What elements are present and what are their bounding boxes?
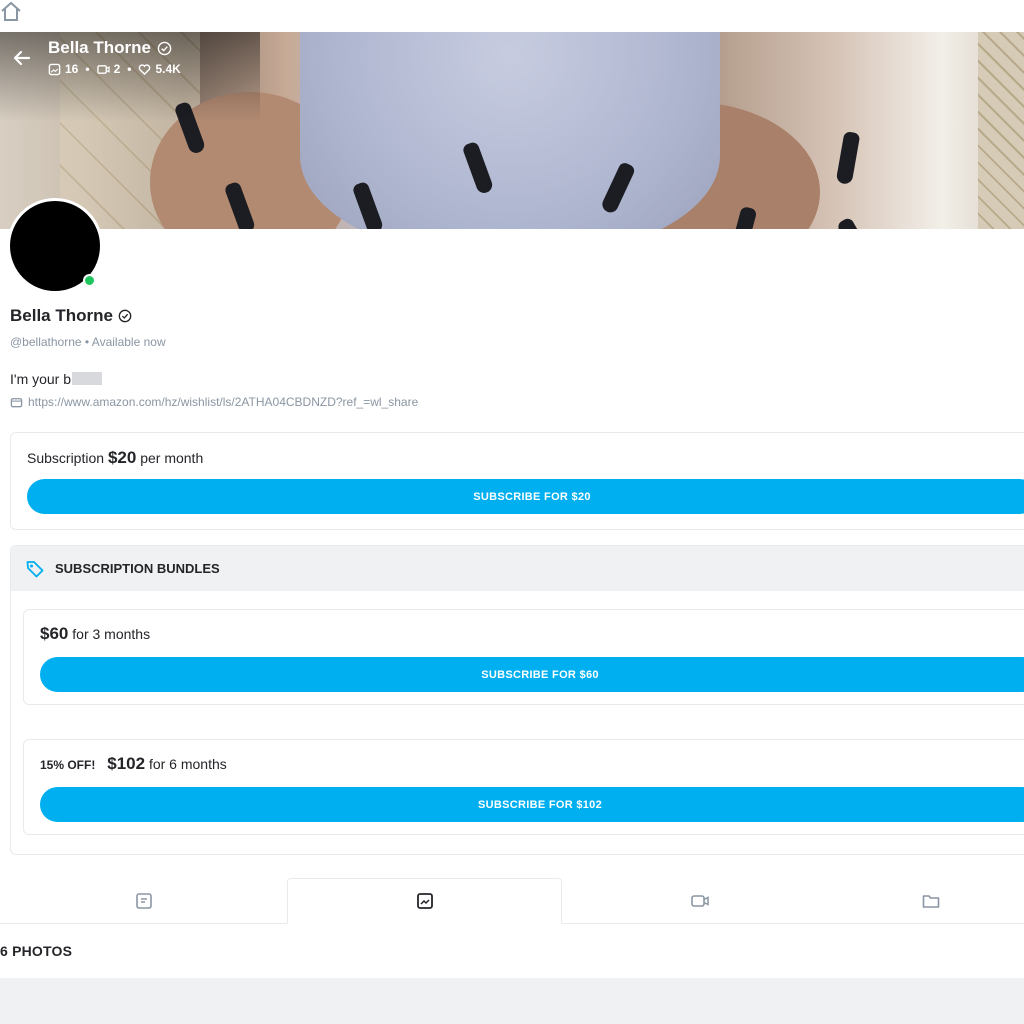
bio-text: I'm your b <box>10 371 72 387</box>
subscribe-button[interactable]: SUBSCRIBE FOR $20 <box>27 479 1024 514</box>
tab-posts[interactable] <box>0 878 287 924</box>
video-icon <box>96 64 110 74</box>
redacted-text <box>72 372 103 385</box>
videos-count: 2 <box>113 62 121 76</box>
tag-icon <box>26 560 44 577</box>
bundle-price: $60 for 3 months <box>40 624 151 643</box>
bundle-price: 15% OFF! $102 for 6 months <box>40 754 227 773</box>
tab-videos[interactable] <box>562 878 837 924</box>
header-stats: 16 • 2 • 5.4K <box>48 62 181 76</box>
home-icon[interactable] <box>0 0 24 22</box>
content-area <box>0 978 1024 1024</box>
likes-count: 5.4K <box>155 62 181 76</box>
subscribe-60-button[interactable]: SUBSCRIBE FOR $60 <box>40 657 1024 692</box>
top-bar <box>0 0 1024 32</box>
posts-icon <box>135 893 152 909</box>
tab-folders[interactable] <box>837 878 1024 924</box>
profile-link[interactable]: https://www.amazon.com/hz/wishlist/ls/2A… <box>10 395 418 409</box>
verified-icon <box>157 41 172 56</box>
videos-icon <box>690 895 709 907</box>
photos-count: 16 <box>65 62 79 76</box>
discount-label: 15% OFF! <box>40 758 96 772</box>
folders-icon <box>922 895 939 908</box>
back-arrow-icon[interactable] <box>12 48 32 68</box>
subscription-bundles: SUBSCRIPTION BUNDLES $60 for 3 months SU… <box>10 545 1024 855</box>
bundles-title: SUBSCRIPTION BUNDLES <box>55 561 220 576</box>
bundles-header[interactable]: SUBSCRIPTION BUNDLES <box>11 546 1024 591</box>
content-tabs <box>0 878 1024 924</box>
online-status-dot <box>83 274 96 287</box>
photos-count-label: 6 PHOTOS <box>0 943 73 959</box>
bundle-3-months: $60 for 3 months SUBSCRIBE FOR $60 <box>23 609 1024 705</box>
heart-icon <box>139 63 151 75</box>
subscription-price: Subscription $20 per month <box>27 448 204 467</box>
bundle-6-months: 15% OFF! $102 for 6 months SUBSCRIBE FOR… <box>23 739 1024 835</box>
header-name: Bella Thorne <box>48 38 151 57</box>
bio: I'm your b <box>10 371 103 387</box>
profile-link-text[interactable]: https://www.amazon.com/hz/wishlist/ls/2A… <box>28 395 418 409</box>
image-icon <box>48 63 61 75</box>
availability-status: Available now <box>91 335 166 349</box>
link-icon <box>10 397 23 407</box>
handle: @bellathorne <box>10 335 82 349</box>
verified-icon <box>118 309 132 323</box>
photos-icon <box>416 893 433 909</box>
tab-photos[interactable] <box>287 878 562 924</box>
subscription-card: Subscription $20 per month SUBSCRIBE FOR… <box>10 432 1024 530</box>
subscribe-102-button[interactable]: SUBSCRIBE FOR $102 <box>40 787 1024 822</box>
profile-name: Bella Thorne <box>10 306 113 325</box>
handle-line: @bellathorne • Available now <box>10 335 166 349</box>
